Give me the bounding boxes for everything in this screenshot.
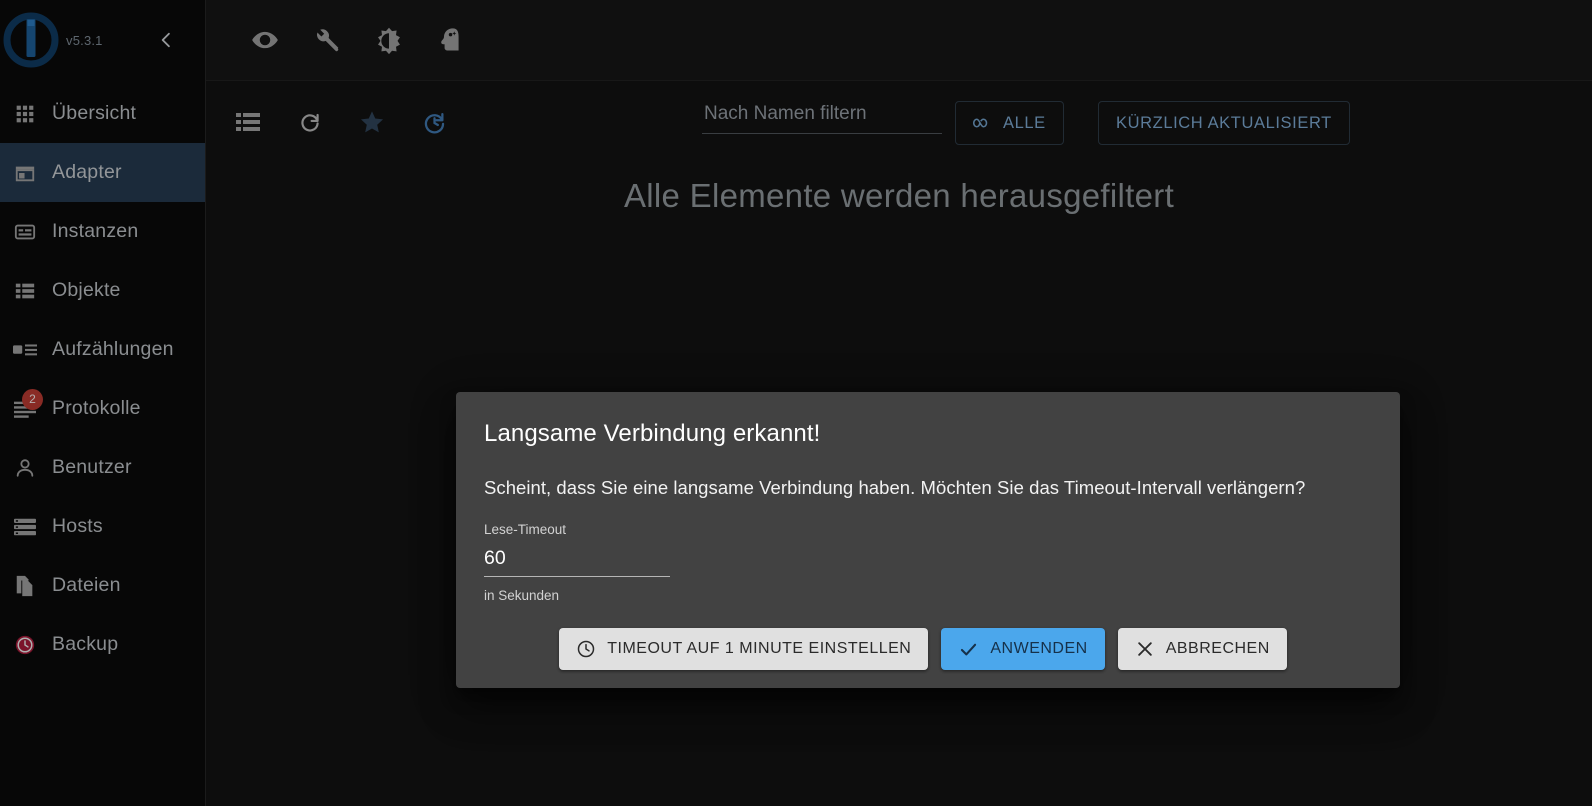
read-timeout-label: Lese-Timeout bbox=[484, 522, 567, 537]
read-timeout-input[interactable]: 60 bbox=[484, 537, 670, 577]
read-timeout-helper: in Sekunden bbox=[484, 588, 560, 603]
dialog-actions: TIMEOUT AUF 1 MINUTE EINSTELLEN ANWENDEN… bbox=[456, 628, 1400, 670]
apply-label: ANWENDEN bbox=[990, 640, 1088, 657]
slow-connection-dialog: Langsame Verbindung erkannt! Scheint, da… bbox=[456, 392, 1400, 688]
app-root: v5.3.1 Übersicht Adapter Instanzen Objek… bbox=[0, 0, 1592, 806]
apply-button[interactable]: ANWENDEN bbox=[941, 628, 1105, 670]
check-icon bbox=[961, 643, 977, 655]
cancel-label: ABBRECHEN bbox=[1165, 640, 1270, 657]
cancel-button[interactable]: ABBRECHEN bbox=[1117, 628, 1287, 670]
dialog-message: Scheint, dass Sie eine langsame Verbindu… bbox=[484, 477, 1306, 498]
set-timeout-one-minute-button[interactable]: TIMEOUT AUF 1 MINUTE EINSTELLEN bbox=[559, 628, 929, 670]
set-timeout-one-minute-label: TIMEOUT AUF 1 MINUTE EINSTELLEN bbox=[607, 640, 912, 657]
dialog-title: Langsame Verbindung erkannt! bbox=[484, 420, 821, 447]
read-timeout-field: Lese-Timeout 60 in Sekunden bbox=[456, 499, 670, 603]
close-icon bbox=[1137, 642, 1152, 656]
clock-icon bbox=[577, 640, 595, 658]
